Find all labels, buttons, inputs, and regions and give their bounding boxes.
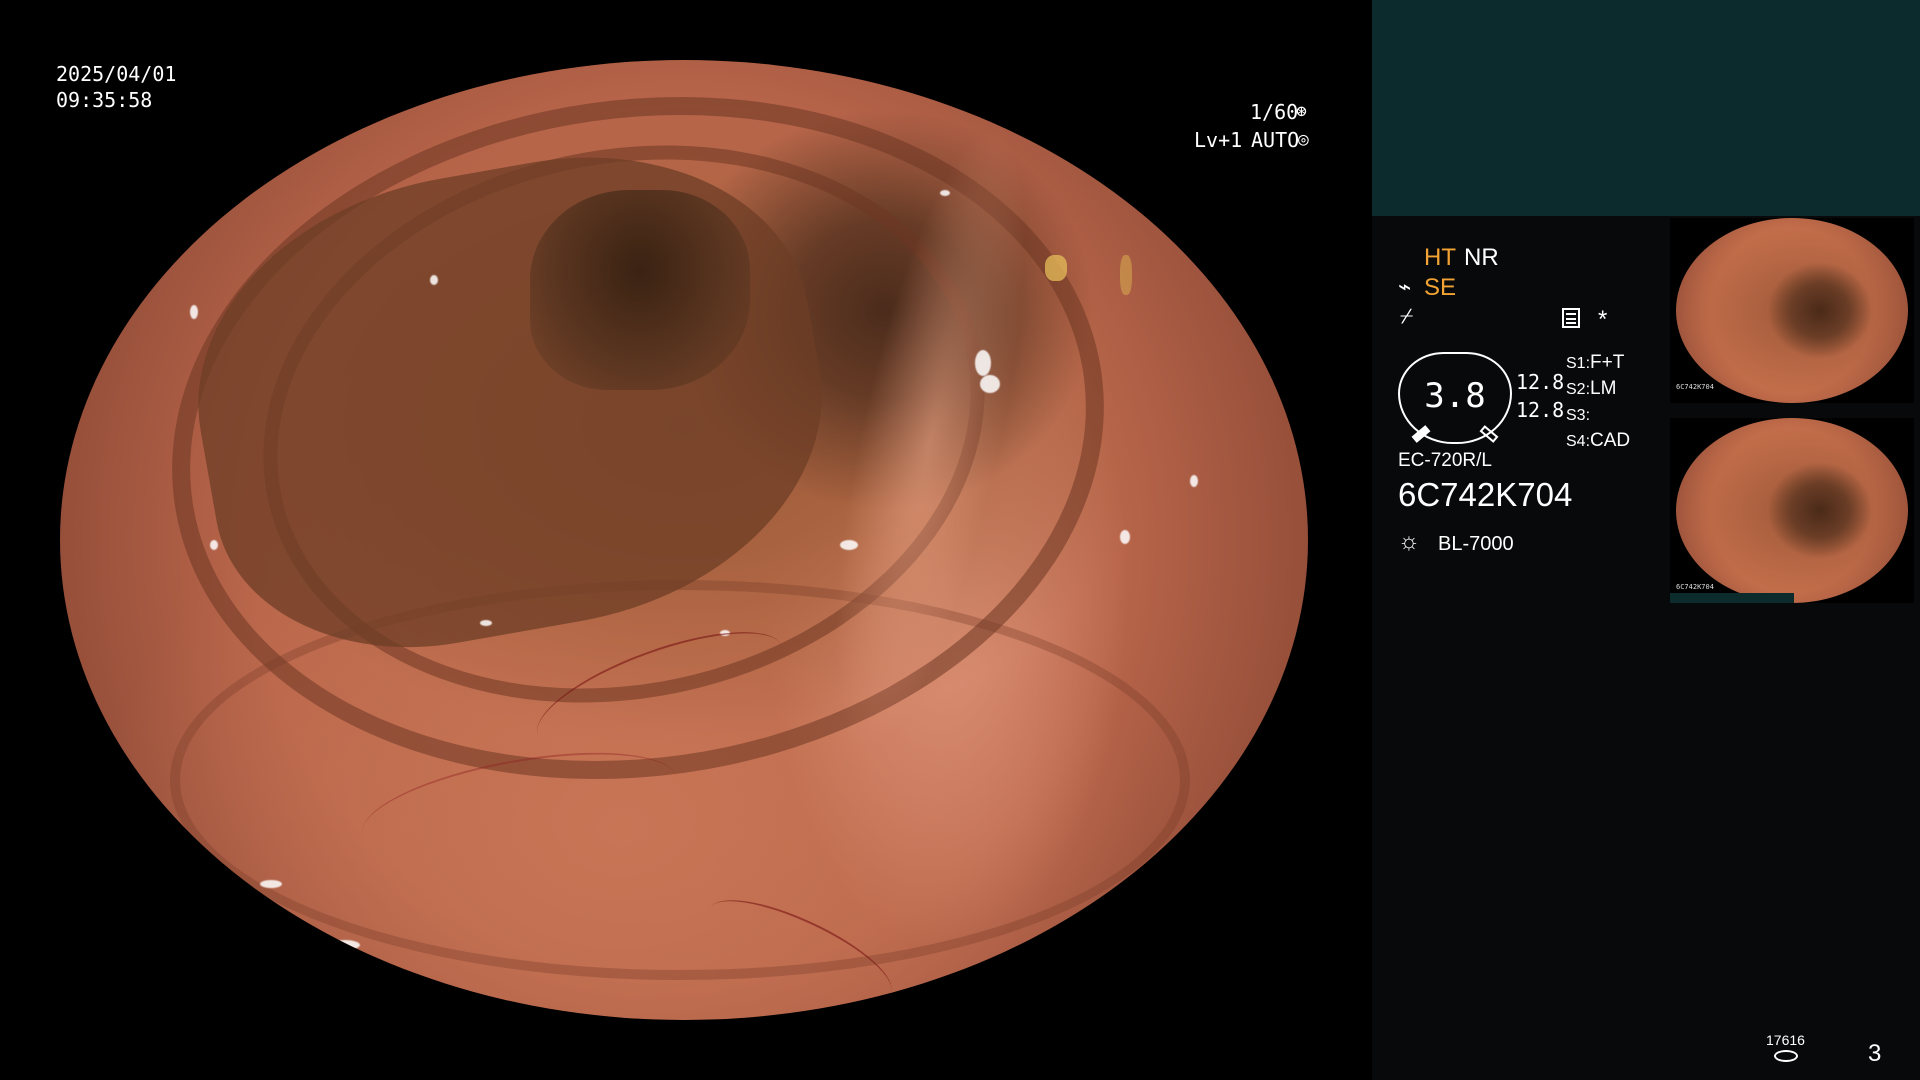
exposure-mode: AUTO — [1251, 128, 1300, 152]
light-source-icon: ☼ — [1398, 528, 1420, 555]
asterisk-indicator: * — [1598, 306, 1608, 333]
scope-icon: ⌁ — [1398, 274, 1412, 299]
freeze-icon: ⌿ — [1400, 303, 1414, 328]
light-reflection — [980, 375, 1000, 393]
exposure-level: Lv+1 — [1194, 128, 1243, 152]
light-reflection — [330, 940, 360, 950]
panel-header-area — [1372, 0, 1920, 216]
light-reflection — [840, 540, 858, 550]
lumen-center — [530, 190, 750, 390]
debris-spot — [1120, 255, 1132, 295]
light-source-label: BL-7000 — [1438, 533, 1514, 555]
light-reflection — [210, 540, 218, 550]
light-reflection — [975, 350, 991, 376]
gauge-left-marker — [1411, 425, 1431, 443]
switch-row-s4: S4:CAD — [1566, 430, 1631, 451]
image-count: 3 — [1868, 1040, 1882, 1067]
light-reflection — [1120, 530, 1130, 544]
shutter-icon: ⊛ — [1296, 101, 1307, 122]
ht-label: HT — [1424, 244, 1456, 271]
settings-icon — [1562, 308, 1580, 328]
zoom-gauge: 3.8 — [1398, 352, 1512, 444]
light-reflection — [1240, 820, 1248, 832]
storage-count: 17616 — [1766, 1032, 1805, 1048]
thumbnail-serial: 6C742K704 — [1676, 583, 1714, 591]
gauge-value: 3.8 — [1424, 376, 1486, 416]
endoscope-view: 2025/04/01 09:35:58 1/60 ⊛ Lv+1 AUTO ◎ — [0, 0, 1372, 1080]
light-reflection — [430, 275, 438, 285]
haustral-fold — [170, 580, 1190, 980]
switch-row-s2: S2:LM — [1566, 378, 1617, 399]
auto-exposure-icon: ◎ — [1298, 129, 1309, 150]
debris-spot — [1045, 255, 1067, 281]
date-label: 2025/04/01 — [56, 62, 177, 86]
scope-model: EC-720R/L — [1398, 450, 1492, 471]
switch-list: S1:F+T S2:LM S3: S4:CAD — [1566, 350, 1630, 454]
value-top: 12.8 — [1516, 370, 1565, 394]
thumbnail-1[interactable]: 6C742K704 — [1670, 218, 1914, 403]
storage-icon — [1774, 1050, 1798, 1062]
value-bottom: 12.8 — [1516, 398, 1565, 422]
thumbnail-serial: 6C742K704 — [1676, 383, 1714, 391]
se-label: SE — [1424, 274, 1457, 301]
thumbnail-2[interactable]: 6C742K704 — [1670, 418, 1914, 603]
gauge-right-marker — [1479, 425, 1499, 443]
light-reflection — [1190, 475, 1198, 487]
scope-serial: 6C742K704 — [1398, 476, 1573, 513]
shutter-speed: 1/60 — [1250, 100, 1299, 124]
light-reflection — [190, 305, 198, 319]
switch-row-s3: S3: — [1566, 407, 1591, 424]
light-reflection — [260, 880, 282, 888]
light-reflection — [480, 620, 492, 626]
time-label: 09:35:58 — [56, 88, 153, 112]
endoscopic-image — [60, 60, 1308, 1020]
thumbnail-bar — [1670, 593, 1794, 603]
thumbnail-image — [1676, 218, 1908, 403]
thumbnail-image — [1676, 418, 1908, 603]
switch-row-s1: S1:F+T — [1566, 352, 1625, 373]
nr-label: NR — [1464, 244, 1499, 271]
info-panel: HT NR ⌁ SE ⌿ * 3.8 12.8 12.8 S1:F+T S2:L… — [1372, 0, 1920, 1080]
light-reflection — [940, 190, 950, 196]
